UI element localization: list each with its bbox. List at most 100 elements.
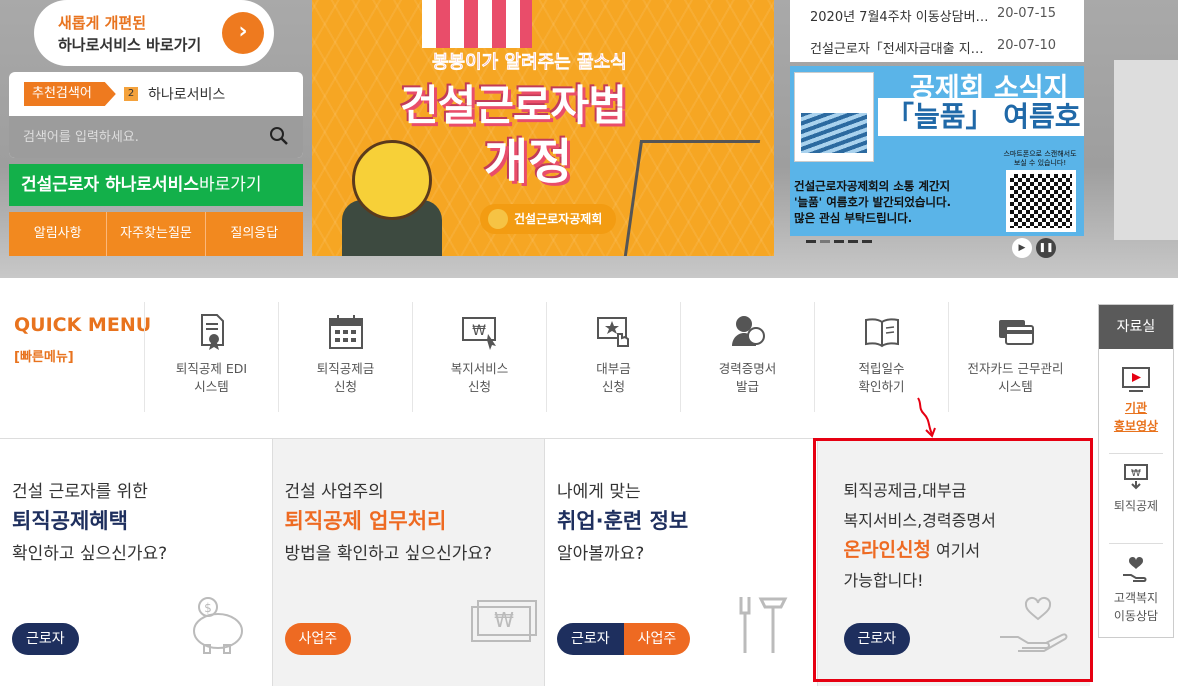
video-play-icon — [1122, 367, 1150, 392]
arrow-right-icon: › — [222, 12, 264, 54]
tab-qna[interactable]: 질의응답 — [206, 212, 303, 256]
ad-title-2: 「늘품」 여름호 — [878, 98, 1084, 136]
quick-tabs: 알림사항 자주찾는질문 질의응답 — [9, 212, 303, 256]
ad-desc-line: 많은 관심 부탁드립니다. — [794, 211, 913, 225]
slider-dot[interactable] — [834, 240, 844, 243]
quick-menu-title: QUICK MENU — [14, 314, 152, 336]
bee-mascot-icon — [352, 140, 432, 220]
search-panel: 추천검색어 2 하나로서비스 — [9, 72, 303, 158]
card-buttons: 사업주 — [284, 623, 352, 655]
divider — [1109, 453, 1163, 454]
calendar-icon — [328, 315, 363, 349]
news-list: 2020년 7월4주차 이동상담버… 20-07-15 건설근로자「전세자금대출 … — [790, 0, 1084, 62]
search-box — [9, 116, 303, 158]
quick-welfare-apply[interactable]: ₩ 복지서비스 신청 — [412, 302, 546, 412]
resource-sidebar: 자료실 기관 홍보영상 ₩ 퇴직공제 고객복지 이동상담 — [1098, 304, 1174, 638]
search-input[interactable] — [23, 126, 253, 148]
quick-menu-subtitle: [빠른메뉴] — [14, 350, 74, 365]
employer-button[interactable]: 사업주 — [623, 623, 691, 655]
hanaro-thin: 바로가기 — [198, 175, 262, 195]
card-line: 건설 근로자를 위한 — [12, 482, 148, 502]
tab-faq[interactable]: 자주찾는질문 — [107, 212, 206, 256]
quick-label: 경력증명서 발급 — [718, 361, 777, 394]
card-worker-benefit: 건설 근로자를 위한 퇴직공제혜택 확인하고 싶으신가요? 근로자 $ — [0, 439, 273, 686]
video-label-1: 기관 — [1124, 401, 1148, 415]
slider-dot[interactable] — [820, 240, 830, 243]
quick-edi-system[interactable]: 퇴직공제 EDI 시스템 — [144, 302, 278, 412]
quick-retirement-claim[interactable]: 퇴직공제금 신청 — [278, 302, 412, 412]
mobile-counsel-link[interactable]: 고객복지 이동상담 — [1099, 555, 1173, 625]
newsletter-banner[interactable]: 공제회 소식지 「늘품」 여름호 스마트폰으로 스캔해서도 보실 수 있습니다!… — [790, 66, 1084, 236]
card-title: 퇴직공제혜택 — [12, 509, 128, 533]
retirement-label: 퇴직공제 — [1113, 499, 1159, 513]
card-title: 취업·훈련 정보 — [557, 509, 689, 533]
slider-dot[interactable] — [848, 240, 858, 243]
tab-notice[interactable]: 알림사항 — [9, 212, 108, 256]
card-line: 확인하고 싶으신가요? — [12, 544, 168, 564]
banknote-icon: ₩ — [471, 600, 537, 642]
news-date: 20-07-15 — [996, 6, 1056, 21]
pause-icon[interactable]: ❚❚ — [1036, 238, 1056, 258]
promo-line1: 새롭게 개편된 — [58, 14, 147, 32]
renewed-service-link[interactable]: 새롭게 개편된 하나로서비스 바로가기 › — [34, 0, 274, 66]
slider-dot[interactable] — [862, 240, 872, 243]
sidebar-header: 자료실 — [1099, 305, 1173, 349]
won-download-icon: ₩ — [1124, 464, 1148, 490]
card-line: 나에게 맞는 — [557, 482, 641, 502]
worker-icon — [731, 316, 765, 346]
counsel-label-1: 고객복지 — [1113, 591, 1159, 605]
promo-video-link[interactable]: 기관 홍보영상 — [1099, 365, 1173, 435]
recommend-label: 추천검색어 — [24, 82, 116, 106]
quick-loan-apply[interactable]: 대부금 신청 — [546, 302, 680, 412]
counsel-label-2: 이동상담 — [1113, 609, 1159, 623]
card-line: 건설 사업주의 — [284, 482, 384, 502]
employer-button[interactable]: 사업주 — [284, 623, 352, 655]
retirement-link[interactable]: ₩ 퇴직공제 — [1099, 463, 1173, 515]
quick-label: 퇴직공제 EDI 시스템 — [175, 361, 248, 394]
recommend-keyword[interactable]: 하나로서비스 — [148, 84, 225, 104]
qr-caption: 스마트폰으로 스캔해서도 보실 수 있습니다! — [1003, 150, 1077, 167]
quick-menu: 퇴직공제 EDI 시스템 퇴직공제금 신청 ₩ 복지서비스 신청 대부금 신청 … — [144, 302, 1082, 412]
banner-logo: 건설근로자공제회 — [480, 204, 617, 234]
hero-area: 새롭게 개편된 하나로서비스 바로가기 › 추천검색어 2 하나로서비스 건설근… — [0, 0, 1178, 278]
card-icon — [998, 320, 1034, 345]
svg-text:₩: ₩ — [1131, 468, 1141, 479]
card-line: 방법을 확인하고 싶으신가요? — [284, 544, 493, 564]
news-item[interactable]: 2020년 7월4주차 이동상담버… 20-07-15 — [810, 6, 1070, 25]
worker-button[interactable]: 근로자 — [557, 623, 624, 655]
card-job-training: 나에게 맞는 취업·훈련 정보 알아볼까요? 근로자 사업주 — [545, 439, 818, 686]
hanaro-bold: 건설근로자 하나로서비스 — [21, 175, 199, 195]
card-employer-process: 건설 사업주의 퇴직공제 업무처리 방법을 확인하고 싶으신가요? 사업주 ₩ — [272, 439, 545, 686]
news-item[interactable]: 건설근로자「전세자금대출 지… 20-07-10 — [810, 38, 1070, 57]
ad-desc-line: 건설근로자공제회의 소통 계간지 — [794, 179, 951, 193]
promo-line2: 하나로서비스 바로가기 — [58, 36, 202, 54]
qr-code-icon — [1006, 170, 1076, 232]
quick-career-cert[interactable]: 경력증명서 발급 — [680, 302, 814, 412]
highlight-box — [813, 438, 1093, 682]
play-icon[interactable]: ▶ — [1012, 238, 1032, 258]
magazine-cover — [794, 72, 874, 162]
recommend-rank: 2 — [124, 87, 138, 101]
worker-button[interactable]: 근로자 — [12, 623, 79, 655]
quick-label: 대부금 신청 — [596, 361, 631, 394]
quick-label: 전자카드 근무관리 시스템 — [967, 361, 1064, 394]
piggy-bank-icon: $ — [192, 597, 243, 654]
news-title: 건설근로자「전세자금대출 지… — [810, 42, 984, 57]
hanaro-service-button[interactable]: 건설근로자 하나로서비스바로가기 — [9, 164, 303, 206]
star-click-icon — [596, 317, 629, 347]
quick-ecard-system[interactable]: 전자카드 근무관리 시스템 — [948, 302, 1082, 412]
card-buttons: 근로자 사업주 — [557, 623, 691, 655]
quick-label: 퇴직공제금 신청 — [316, 361, 375, 394]
quick-label: 복지서비스 신청 — [450, 361, 509, 394]
search-icon[interactable] — [269, 126, 289, 146]
card-title: 퇴직공제 업무처리 — [284, 509, 447, 533]
banner-title-2: 개정 — [484, 134, 573, 190]
ad-desc-line: '늘품' 여름호가 발간되었습니다. — [794, 195, 951, 209]
card-line: 알아볼까요? — [557, 544, 645, 564]
svg-text:$: $ — [204, 601, 212, 615]
document-certificate-icon — [200, 314, 224, 350]
main-banner[interactable]: 봉봉이가 알려주는 꿀소식 건설근로자법 개정 건설근로자공제회 — [312, 0, 774, 256]
ad-description: 건설근로자공제회의 소통 계간지 '늘품' 여름호가 발간되었습니다. 많은 관… — [794, 178, 951, 226]
slider-dot[interactable] — [806, 240, 816, 243]
video-label-2: 홍보영상 — [1113, 419, 1159, 433]
